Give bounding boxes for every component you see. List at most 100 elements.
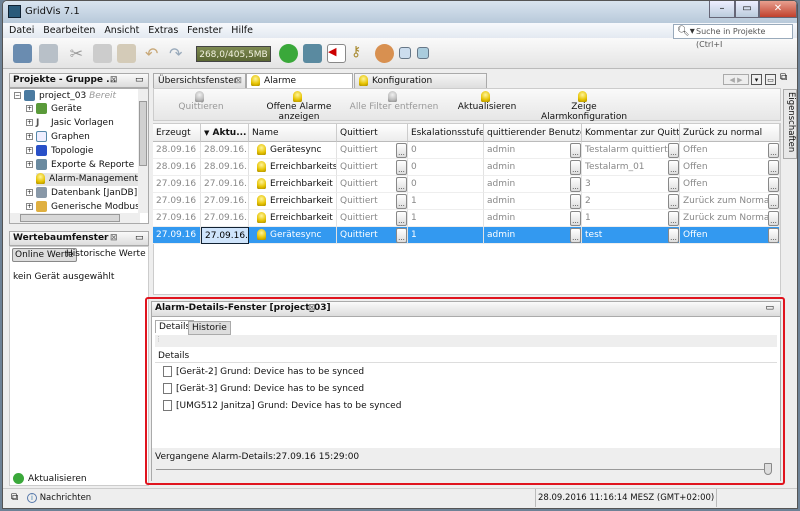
column-header-acknowledged[interactable]: Quittiert	[337, 124, 408, 142]
cell-created[interactable]: 28.09.16 ...	[153, 159, 201, 176]
remove-filters-button[interactable]: Alle Filter entfernen	[349, 91, 439, 112]
cell-name[interactable]: Gerätesync	[249, 142, 337, 159]
maximize-button[interactable]: ▭	[735, 1, 759, 18]
column-header-name[interactable]: Name	[249, 124, 337, 142]
cell-name[interactable]: Erreichbarkeit	[249, 210, 337, 227]
acknowledge-button[interactable]: Quittieren	[166, 91, 236, 112]
edit-cell-button[interactable]: ...	[396, 177, 407, 192]
cell-back-to-normal[interactable]: Zurück zum Normalz...	[680, 193, 780, 210]
import-icon[interactable]: ◀	[327, 44, 346, 63]
menu-fenster[interactable]: Fenster	[187, 25, 222, 36]
tab-list-dropdown[interactable]: ▾	[751, 74, 762, 85]
edit-cell-button[interactable]: ...	[668, 160, 679, 175]
tree-item-geraete[interactable]: + Geräte	[26, 103, 82, 116]
horizontal-scrollbar[interactable]	[10, 213, 140, 223]
tree-item-alarm-management[interactable]: Alarm-Management	[36, 173, 143, 186]
cell-ack-user[interactable]: admin	[484, 176, 582, 193]
edit-cell-button[interactable]: ...	[768, 160, 779, 175]
cell-escalation[interactable]: 1	[408, 193, 484, 210]
device-icon[interactable]	[417, 47, 429, 59]
window-icon[interactable]	[399, 47, 411, 59]
cell-escalation[interactable]: 1	[408, 210, 484, 227]
cell-ack-user[interactable]: admin	[484, 159, 582, 176]
cell-created[interactable]: 27.09.16 ...	[153, 193, 201, 210]
edit-cell-button[interactable]: ...	[570, 228, 581, 243]
menu-hilfe[interactable]: Hilfe	[231, 25, 253, 36]
edit-cell-button[interactable]: ...	[396, 194, 407, 209]
edit-cell-button[interactable]: ...	[570, 177, 581, 192]
vertical-scrollbar[interactable]	[138, 89, 148, 213]
cell-back-to-normal[interactable]: Offen	[680, 142, 780, 159]
menu-extras[interactable]: Extras	[148, 25, 178, 36]
minimize-icon[interactable]: ▭	[135, 232, 144, 245]
cell-comment[interactable]: 1	[582, 210, 680, 227]
menu-bearbeiten[interactable]: Bearbeiten	[43, 25, 95, 36]
edit-cell-button[interactable]: ...	[570, 211, 581, 226]
cell-name[interactable]: Erreichbarkeit	[249, 176, 337, 193]
minimize-button[interactable]: –	[709, 1, 735, 18]
edit-cell-button[interactable]: ...	[668, 177, 679, 192]
cell-updated[interactable]: 27.09.16...	[201, 227, 249, 244]
tab-scroll-arrows[interactable]: ◀ ▶	[723, 74, 749, 85]
edit-cell-button[interactable]: ...	[768, 143, 779, 158]
column-header-comment[interactable]: Kommentar zur Quittie...	[582, 124, 680, 142]
edit-cell-button[interactable]: ...	[668, 228, 679, 243]
cell-created[interactable]: 27.09.16 ...	[153, 227, 201, 244]
cell-name[interactable]: Erreichbarkeitstes	[249, 159, 337, 176]
show-alarm-config-button[interactable]: Zeige Alarmkonfiguration	[529, 91, 639, 122]
column-header-ack-user[interactable]: quittierender Benutzer	[484, 124, 582, 142]
database-icon[interactable]	[303, 44, 322, 63]
edit-cell-button[interactable]: ...	[668, 211, 679, 226]
refresh-button[interactable]: Aktualisieren	[13, 473, 87, 484]
messages-button[interactable]: i Nachrichten	[27, 489, 91, 507]
close-button[interactable]: ✕	[759, 1, 797, 18]
cell-back-to-normal[interactable]: Zurück zum Normalz...	[680, 210, 780, 227]
cell-comment[interactable]: Testalarm quittiert	[582, 142, 680, 159]
open-project-icon[interactable]	[13, 44, 32, 63]
column-header-escalation[interactable]: Eskalationsstufe	[408, 124, 484, 142]
properties-side-tab[interactable]: Eigenschaften	[783, 89, 797, 159]
maximize-icon[interactable]: ▭	[765, 74, 776, 85]
refresh-alarms-button[interactable]: Aktualisieren	[452, 91, 522, 112]
column-header-updated[interactable]: ▼ Aktu...	[201, 124, 249, 142]
cell-comment[interactable]: Testalarm_01	[582, 159, 680, 176]
cell-escalation[interactable]: 1	[408, 227, 484, 244]
menu-datei[interactable]: Datei	[9, 25, 34, 36]
user-lock-icon[interactable]	[375, 44, 394, 63]
cell-created[interactable]: 27.09.16 ...	[153, 176, 201, 193]
memory-indicator[interactable]: 268,0/405,5MB	[196, 46, 271, 62]
edit-cell-button[interactable]: ...	[396, 143, 407, 158]
cell-comment[interactable]: 2	[582, 193, 680, 210]
tab-konfiguration[interactable]: Konfiguration [project_03]⊠	[354, 73, 487, 100]
cell-ack-user[interactable]: admin	[484, 210, 582, 227]
menu-ansicht[interactable]: Ansicht	[104, 25, 139, 36]
edit-cell-button[interactable]: ...	[768, 211, 779, 226]
cell-created[interactable]: 27.09.16 ...	[153, 210, 201, 227]
redo-icon[interactable]: ↷	[169, 44, 188, 63]
search-input[interactable]: 🔍︎▾ Suche in Projekte (Ctrl+I	[673, 24, 793, 49]
cell-updated[interactable]: 28.09.16...	[201, 142, 249, 159]
close-project-icon[interactable]	[39, 44, 58, 63]
cell-comment[interactable]: 3	[582, 176, 680, 193]
edit-cell-button[interactable]: ...	[768, 194, 779, 209]
tree-item-exporte[interactable]: + Exporte & Reporte	[26, 159, 134, 172]
edit-cell-button[interactable]: ...	[570, 160, 581, 175]
edit-cell-button[interactable]: ...	[768, 177, 779, 192]
sync-icon[interactable]	[279, 44, 298, 63]
show-open-alarms-button[interactable]: Offene Alarme anzeigen	[249, 91, 349, 122]
close-icon[interactable]: ⊠	[110, 232, 118, 245]
tree-item-graphen[interactable]: + Graphen	[26, 131, 90, 144]
cell-created[interactable]: 28.09.16 ...	[153, 142, 201, 159]
close-icon[interactable]: ⊠	[110, 74, 118, 87]
edit-cell-button[interactable]: ...	[768, 228, 779, 243]
tab-uebersichtsfenster[interactable]: Übersichtsfenster ⊠	[153, 73, 246, 88]
cell-back-to-normal[interactable]: Offen	[680, 227, 780, 244]
tree-item-topologie[interactable]: + Topologie	[26, 145, 93, 158]
cell-escalation[interactable]: 0	[408, 142, 484, 159]
cell-name[interactable]: Gerätesync	[249, 227, 337, 244]
edit-cell-button[interactable]: ...	[668, 143, 679, 158]
restore-icon[interactable]: ⧉	[11, 489, 18, 507]
cell-back-to-normal[interactable]: Offen	[680, 159, 780, 176]
tree-project[interactable]: − project_03 Bereit	[14, 90, 116, 103]
cell-ack-user[interactable]: admin	[484, 227, 582, 244]
